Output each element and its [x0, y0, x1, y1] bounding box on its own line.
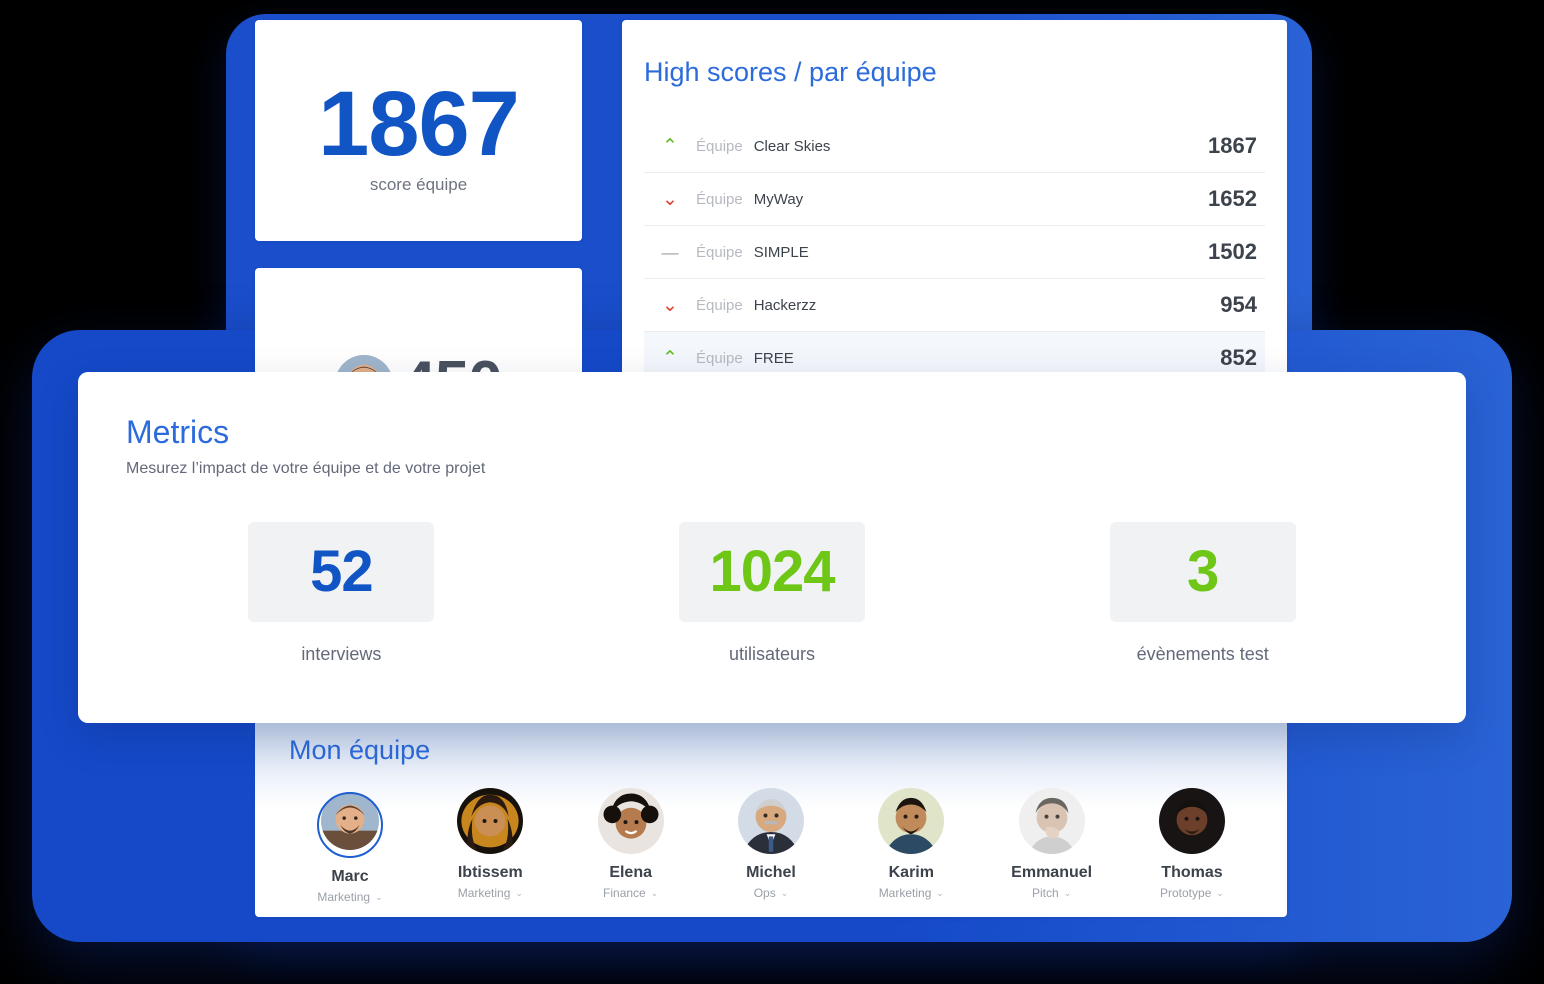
- my-team-title: Mon équipe: [289, 735, 431, 765]
- team-score: 1867: [1208, 133, 1257, 158]
- metric-tile-box: 1024: [679, 522, 865, 622]
- member-role-label: Ops: [753, 886, 776, 900]
- metric-value: 52: [310, 539, 374, 604]
- team-member[interactable]: Karim Marketing ⌄: [852, 788, 970, 904]
- team-prefix-label: Équipe: [696, 296, 743, 314]
- member-name: Emmanuel: [1011, 864, 1093, 881]
- team-prefix-label: Équipe: [696, 349, 743, 367]
- team-name: SIMPLE: [753, 243, 809, 261]
- member-role-label: Prototype: [1160, 886, 1212, 900]
- chevron-down-icon: ⌄: [515, 887, 523, 898]
- member-role[interactable]: Ops ⌄: [712, 886, 830, 900]
- member-role-label: Finance: [603, 886, 646, 900]
- team-name: FREE: [753, 349, 794, 367]
- avatar-wrap[interactable]: [317, 792, 383, 858]
- metric-tile-box: 52: [248, 522, 435, 622]
- metric-tile[interactable]: 1024 utilisateurs: [557, 522, 988, 665]
- avatar: [457, 788, 524, 854]
- team-name: Hackerzz: [753, 296, 817, 314]
- metric-label: utilisateurs: [728, 644, 816, 664]
- avatar: [1018, 788, 1085, 854]
- avatar: [878, 788, 945, 854]
- avatar-wrap[interactable]: [1158, 788, 1225, 854]
- chevron-down-icon: ⌄: [1063, 887, 1072, 898]
- avatar: [737, 788, 804, 854]
- member-role-label: Marketing: [878, 886, 932, 900]
- member-name: Thomas: [1161, 864, 1223, 881]
- team-member[interactable]: Thomas Prototype ⌄: [1133, 788, 1251, 904]
- metric-tile[interactable]: 3 évènements test: [987, 522, 1418, 665]
- high-scores-row[interactable]: ⌃ Équipe Clear Skies 1867: [644, 120, 1265, 173]
- avatar-wrap[interactable]: [457, 788, 524, 854]
- active-avatar-ring: [317, 792, 383, 858]
- team-score: 954: [1220, 292, 1257, 317]
- metrics-title: Metrics: [126, 414, 230, 450]
- team-score: 1502: [1208, 239, 1257, 264]
- metrics-subtitle: Mesurez l’impact de votre équipe et de v…: [126, 460, 486, 477]
- avatar-wrap[interactable]: [1018, 788, 1085, 854]
- member-name: Elena: [609, 864, 652, 881]
- chevron-down-icon: ⌄: [780, 887, 789, 898]
- avatar: [1158, 788, 1225, 854]
- team-member[interactable]: Elena Finance ⌄: [572, 788, 690, 904]
- chevron-down-icon: ⌄: [936, 887, 944, 898]
- member-role[interactable]: Pitch ⌄: [993, 886, 1111, 900]
- team-score: 852: [1220, 345, 1257, 370]
- team-name: Clear Skies: [753, 137, 831, 155]
- member-role[interactable]: Marketing ⌄: [852, 886, 970, 900]
- my-team-card: Mon équipe Marc Marketing ⌄ Ibtissem Mar…: [255, 696, 1287, 917]
- avatar-wrap[interactable]: [737, 788, 804, 854]
- high-scores-row[interactable]: ⌄ Équipe MyWay 1652: [644, 173, 1265, 226]
- screenshot-stage: 1867 score équipe 450: [0, 0, 1544, 984]
- member-role-label: Marketing: [457, 886, 511, 900]
- avatar-wrap[interactable]: [878, 788, 945, 854]
- high-scores-row[interactable]: — Équipe SIMPLE 1502: [644, 226, 1265, 279]
- trend-down-icon: ⌄: [662, 294, 678, 316]
- chevron-down-icon: ⌄: [1216, 887, 1224, 898]
- high-scores-title: High scores / par équipe: [644, 57, 937, 87]
- metric-tile[interactable]: 52 interviews: [126, 522, 557, 665]
- trend-up-icon: ⌃: [662, 347, 678, 369]
- member-name: Ibtissem: [457, 864, 523, 881]
- chevron-down-icon: ⌄: [375, 891, 383, 902]
- team-member[interactable]: Marc Marketing ⌄: [291, 788, 409, 904]
- team-name: MyWay: [753, 190, 804, 208]
- metric-tile-box: 3: [1109, 522, 1296, 622]
- team-prefix-label: Équipe: [696, 243, 743, 261]
- team-member[interactable]: Michel Ops ⌄: [712, 788, 830, 904]
- team-score-value: 1867: [318, 73, 520, 175]
- member-name: Michel: [746, 864, 796, 881]
- team-score: 1652: [1208, 186, 1257, 211]
- metric-value: 1024: [709, 539, 835, 604]
- team-members-row: Marc Marketing ⌄ Ibtissem Marketing ⌄ El…: [291, 788, 1251, 904]
- metrics-tiles: 52 interviews 1024 utilisateurs 3 évènem…: [126, 522, 1418, 665]
- avatar: [597, 788, 664, 854]
- metric-label: interviews: [301, 644, 382, 664]
- trend-up-icon: ⌃: [662, 135, 678, 157]
- team-member[interactable]: Ibtissem Marketing ⌄: [431, 788, 549, 904]
- metrics-panel: Metrics Mesurez l’impact de votre équipe…: [78, 372, 1466, 723]
- high-scores-list: ⌃ Équipe Clear Skies 1867 ⌄ Équipe MyWay…: [644, 120, 1265, 383]
- member-role-label: Pitch: [1032, 886, 1059, 900]
- chevron-down-icon: ⌄: [650, 887, 659, 898]
- avatar-wrap[interactable]: [597, 788, 664, 854]
- team-member[interactable]: Emmanuel Pitch ⌄: [993, 788, 1111, 904]
- member-role-label: Marketing: [317, 890, 371, 904]
- member-role[interactable]: Marketing ⌄: [431, 886, 549, 900]
- team-score-label: score équipe: [369, 175, 468, 194]
- metric-label: évènements test: [1136, 644, 1269, 664]
- member-name: Karim: [888, 864, 934, 881]
- member-name: Marc: [331, 868, 369, 885]
- high-scores-card: High scores / par équipe ⌃ Équipe Clear …: [622, 20, 1287, 383]
- metric-value: 3: [1187, 539, 1219, 604]
- high-scores-row[interactable]: ⌄ Équipe Hackerzz 954: [644, 279, 1265, 332]
- team-prefix-label: Équipe: [696, 190, 743, 208]
- team-prefix-label: Équipe: [696, 137, 743, 155]
- trend-flat-icon: —: [661, 242, 679, 262]
- member-role[interactable]: Prototype ⌄: [1133, 886, 1251, 900]
- trend-down-icon: ⌄: [662, 188, 678, 210]
- member-role[interactable]: Finance ⌄: [572, 886, 690, 900]
- member-role[interactable]: Marketing ⌄: [291, 890, 409, 904]
- team-score-card: 1867 score équipe: [255, 20, 582, 241]
